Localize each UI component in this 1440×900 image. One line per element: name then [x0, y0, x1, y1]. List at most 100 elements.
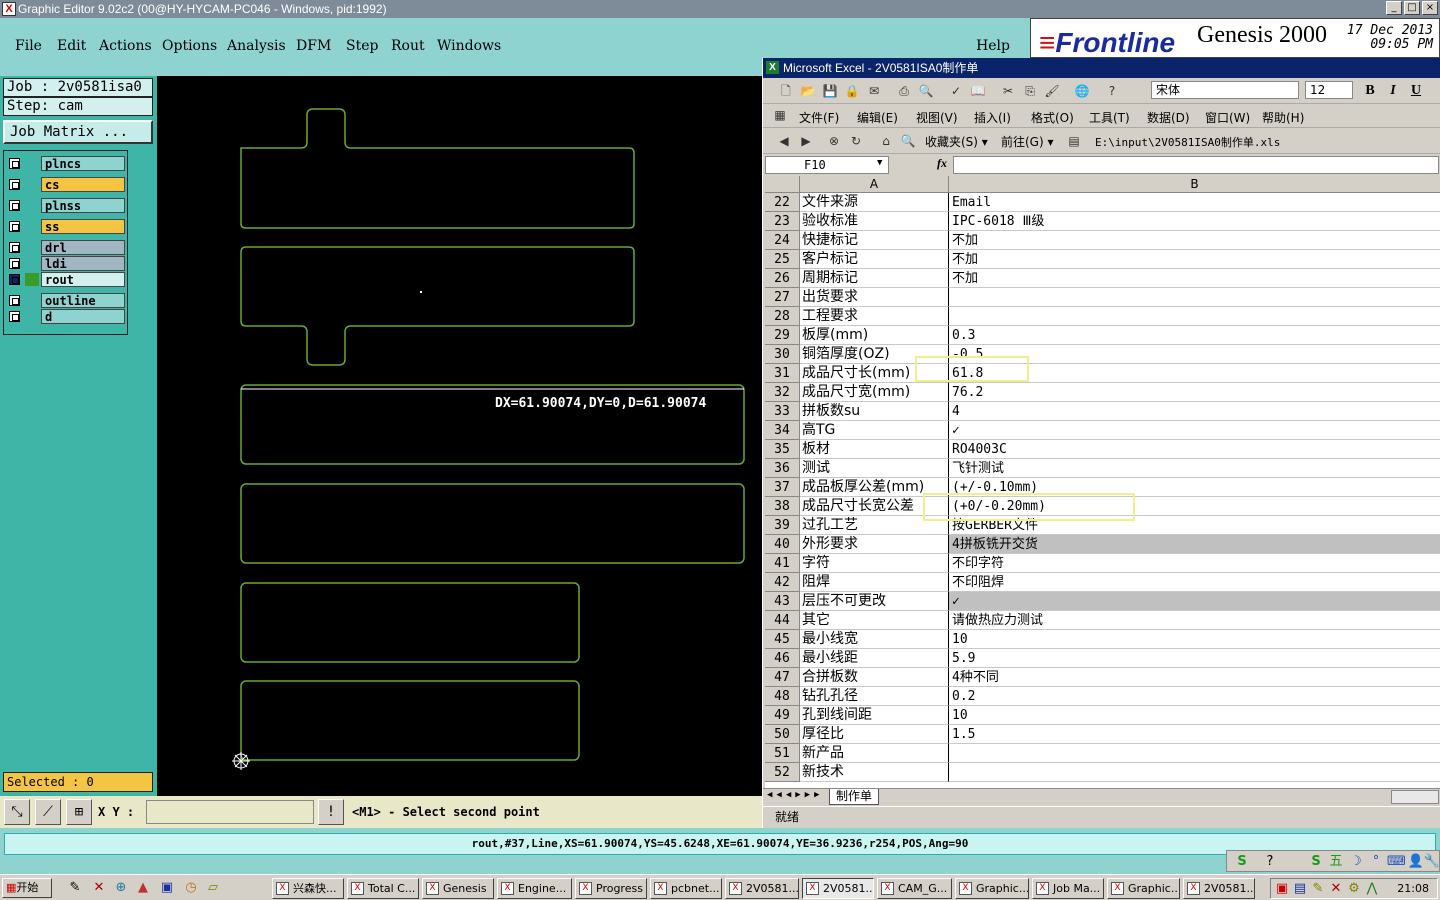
back-icon[interactable]: ◀ — [775, 132, 793, 150]
cell-a[interactable]: 周期标记 — [800, 269, 949, 288]
cell-a[interactable]: 新产品 — [800, 744, 949, 763]
row-header[interactable]: 47 — [765, 668, 800, 687]
cell-b[interactable]: 5.9 — [949, 649, 1440, 668]
maximize-button[interactable]: □ — [1404, 1, 1420, 15]
cell-b[interactable]: 1.5 — [949, 725, 1440, 744]
cell-a[interactable]: 合拼板数 — [800, 668, 949, 687]
ime-s-icon[interactable]: S — [1307, 853, 1325, 871]
cell-b[interactable]: 0.2 — [949, 687, 1440, 706]
layer-name[interactable]: plnss — [41, 198, 125, 213]
ql-edit-icon[interactable]: ✎ — [66, 879, 84, 897]
row-header[interactable]: 38 — [765, 497, 800, 516]
row-header[interactable]: 32 — [765, 383, 800, 402]
menu-file[interactable]: File — [15, 38, 42, 54]
row-header[interactable]: 44 — [765, 611, 800, 630]
cell-a[interactable]: 最小线宽 — [800, 630, 949, 649]
layer-row-plncs[interactable]: plncs — [7, 156, 125, 171]
xl-menu-edit[interactable]: 编辑(E) — [857, 109, 898, 126]
taskbar-button[interactable]: X Genesis — [422, 878, 494, 899]
cell-a[interactable]: 出货要求 — [800, 288, 949, 307]
favorites-menu[interactable]: 收藏夹(S) ▾ — [925, 133, 988, 150]
xl-menu-view[interactable]: 视图(V) — [916, 109, 958, 126]
cell-a[interactable]: 成品尺寸宽(mm) — [800, 383, 949, 402]
menu-dfm[interactable]: DFM — [296, 38, 331, 54]
row-header[interactable]: 29 — [765, 326, 800, 345]
cell-b[interactable]: 飞针测试 — [949, 459, 1440, 478]
ql-globe-icon[interactable]: ⊕ — [112, 879, 130, 897]
start-button[interactable]: ▦开始 — [2, 878, 52, 898]
cell-a[interactable]: 板材 — [800, 440, 949, 459]
layer-row-outline[interactable]: outline — [7, 293, 125, 308]
cell-a[interactable]: 阻焊 — [800, 573, 949, 592]
font-select[interactable]: 宋体 — [1151, 81, 1299, 99]
row-header[interactable]: 39 — [765, 516, 800, 535]
taskbar-button[interactable]: X CAM_G... — [877, 878, 952, 899]
row-header[interactable]: 42 — [765, 573, 800, 592]
cell-b[interactable]: 4拼板铣开交货 — [949, 535, 1440, 554]
research-icon[interactable]: 📖 — [969, 82, 987, 100]
taskbar-button[interactable]: X Job Ma... — [1032, 878, 1104, 899]
ime-moon-icon[interactable]: ☽ — [1347, 853, 1365, 871]
cell-a[interactable]: 钻孔孔径 — [800, 687, 949, 706]
alert-icon[interactable]: ! — [318, 799, 344, 825]
cell-b[interactable] — [949, 744, 1440, 763]
cell-a[interactable]: 层压不可更改 — [800, 592, 949, 611]
cell-b[interactable]: 不加 — [949, 250, 1440, 269]
grid-snap-icon[interactable]: ⊞ — [66, 799, 92, 825]
cell-b[interactable]: 4种不同 — [949, 668, 1440, 687]
taskbar-button[interactable]: Xpcbnet... — [650, 878, 722, 899]
layer-checkbox[interactable] — [9, 258, 20, 269]
ime-tools-icon[interactable]: 🔧 — [1423, 853, 1440, 871]
row-header[interactable]: 33 — [765, 402, 800, 421]
new-icon[interactable]: 🗋 — [777, 82, 795, 100]
cell-a[interactable]: 板厚(mm) — [800, 326, 949, 345]
cell-a[interactable]: 高TG — [800, 421, 949, 440]
cell-b[interactable]: 10 — [949, 630, 1440, 649]
row-header[interactable]: 46 — [765, 649, 800, 668]
layer-name[interactable]: outline — [41, 293, 125, 308]
cell-b[interactable]: Email — [949, 193, 1440, 212]
row-header[interactable]: 35 — [765, 440, 800, 459]
cell-a[interactable]: 验收标准 — [800, 212, 949, 231]
cell-a[interactable]: 孔到线间距 — [800, 706, 949, 725]
cell-b[interactable]: 0.3 — [949, 326, 1440, 345]
ql-x-icon[interactable]: ✕ — [90, 879, 108, 897]
ql-clock-icon[interactable]: ◷ — [182, 879, 200, 897]
cell-a[interactable]: 外形要求 — [800, 535, 949, 554]
ime-help-icon[interactable]: ? — [1261, 853, 1279, 871]
cell-b[interactable]: ✓ — [949, 421, 1440, 440]
name-box[interactable]: F10 — [765, 156, 889, 174]
layer-row-ss[interactable]: ss — [7, 219, 125, 234]
taskbar-button[interactable]: X 2V0581... — [802, 878, 874, 899]
row-header[interactable]: 50 — [765, 725, 800, 744]
font-size-select[interactable]: 12 — [1305, 81, 1353, 99]
layer-row-cs[interactable]: cs — [7, 177, 125, 192]
cell-b[interactable]: 10 — [949, 706, 1440, 725]
ime-wubi-icon[interactable]: 五 — [1327, 853, 1345, 871]
xl-menu-insert[interactable]: 插入(I) — [974, 109, 1011, 126]
cell-b[interactable]: 不加 — [949, 269, 1440, 288]
cell-a[interactable]: 工程要求 — [800, 307, 949, 326]
taskbar-button[interactable]: X 兴森快... — [272, 878, 344, 899]
search-web-icon[interactable]: 🔍 — [899, 132, 917, 150]
layer-checkbox[interactable] — [9, 295, 20, 306]
taskbar-button[interactable]: X 2V0581... — [725, 878, 799, 899]
measure-icon[interactable]: ⟋ — [35, 799, 61, 825]
taskbar-button[interactable]: X 2V0581... — [1183, 878, 1255, 899]
layer-checkbox[interactable] — [9, 200, 20, 211]
formula-input[interactable] — [953, 156, 1439, 174]
permission-icon[interactable]: 🔒 — [843, 82, 861, 100]
spelling-icon[interactable]: ✓ — [947, 82, 965, 100]
layer-name[interactable]: rout — [41, 272, 125, 287]
layer-name[interactable]: drl — [41, 240, 125, 255]
tray-pen-icon[interactable]: ✎ — [1309, 880, 1327, 898]
row-header[interactable]: 36 — [765, 459, 800, 478]
cell-a[interactable]: 测试 — [800, 459, 949, 478]
address-field[interactable]: E:\input\2V0581ISA0制作单.xls — [1095, 134, 1280, 150]
layer-checkbox[interactable] — [9, 311, 20, 322]
layer-row-ldi[interactable]: ldi — [7, 256, 125, 271]
home-icon[interactable]: ⌂ — [877, 132, 895, 150]
tray-gear-icon[interactable]: ⚙ — [1345, 880, 1363, 898]
xl-menu-data[interactable]: 数据(D) — [1147, 109, 1190, 126]
help-icon[interactable]: ? — [1103, 82, 1121, 100]
